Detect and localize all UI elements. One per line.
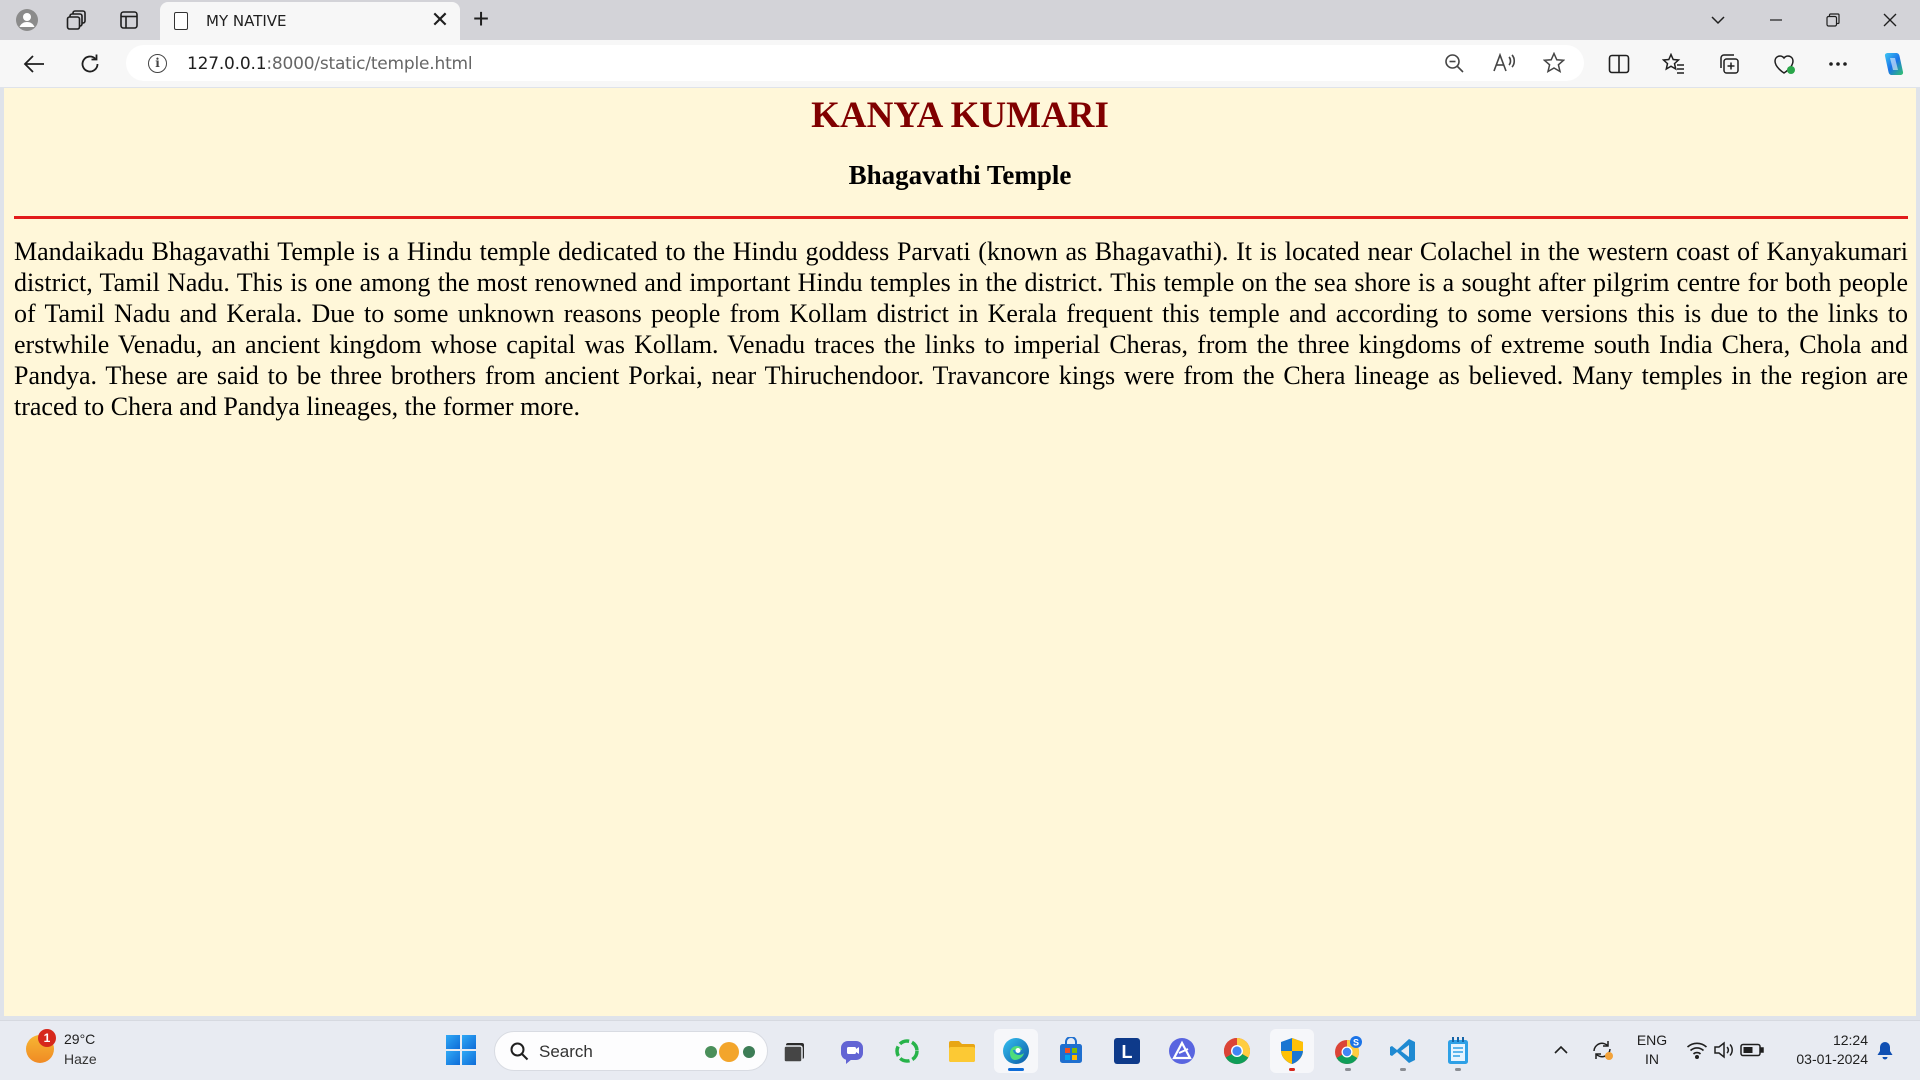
teams-chat-icon[interactable] [830,1029,874,1073]
read-aloud-icon[interactable] [1490,50,1518,76]
page-viewport: KANYA KUMARI Bhagavathi Temple Mandaikad… [4,88,1916,1016]
minimize-icon[interactable] [1748,0,1804,40]
chrome-browser-icon[interactable] [1215,1029,1259,1073]
weather-description: Haze [64,1051,97,1067]
page-icon [174,12,188,30]
tab-actions-icon[interactable] [114,6,144,34]
battery-icon[interactable] [1739,1037,1765,1063]
favorite-star-icon[interactable] [1540,50,1568,76]
search-highlight-icon [705,1042,755,1062]
more-options-icon[interactable] [1821,48,1855,80]
workspaces-icon[interactable] [62,6,92,34]
zoom-out-icon[interactable] [1440,50,1468,76]
page-subheading: Bhagavathi Temple [848,160,1072,190]
wifi-icon[interactable] [1684,1037,1710,1063]
start-windows-icon[interactable] [446,1035,476,1065]
browser-tab-bar: MY NATIVE ✕ + [0,0,1920,40]
refresh-icon[interactable] [73,48,107,80]
new-tab-button[interactable]: + [466,5,496,34]
tab-title: MY NATIVE [206,12,287,30]
windows-security-icon[interactable] [1270,1029,1314,1073]
address-bar[interactable]: i 127.0.0.1:8000/static/temple.html [126,45,1584,81]
notepad-icon[interactable] [1436,1029,1480,1073]
letter-l-app-icon[interactable]: L [1105,1029,1149,1073]
copilot-icon[interactable] [1876,48,1910,80]
temple-description: Mandaikadu Bhagavathi Temple is a Hindu … [14,237,1908,421]
close-window-icon[interactable] [1862,0,1918,40]
split-screen-icon[interactable] [1602,48,1636,80]
show-hidden-icons-chevron-up-icon[interactable] [1548,1037,1574,1063]
page-heading: KANYA KUMARI [811,95,1109,136]
input-region[interactable]: IN [1636,1051,1668,1067]
browser-toolbar: i 127.0.0.1:8000/static/temple.html [0,40,1920,87]
chrome-profile-icon[interactable]: S [1326,1029,1370,1073]
collections-icon[interactable] [1712,48,1746,80]
back-arrow-icon[interactable] [17,48,51,80]
windows-taskbar: 1 29°C Haze Search L S ENG IN 12:24 03-0… [0,1020,1920,1080]
url-text[interactable]: 127.0.0.1:8000/static/temple.html [187,54,473,74]
sync-status-icon[interactable] [1589,1037,1615,1063]
running-indicator [1345,1068,1351,1071]
input-language[interactable]: ENG [1636,1032,1668,1048]
notification-bell-icon[interactable] [1872,1037,1898,1063]
close-tab-icon[interactable]: ✕ [428,9,452,33]
alert-indicator [1289,1068,1295,1071]
microsoft-store-icon[interactable] [1049,1029,1093,1073]
profile-icon[interactable] [12,6,42,34]
active-app-indicator [1008,1068,1024,1071]
tab-list-chevron-icon[interactable] [1690,0,1746,40]
url-host: 127.0.0.1 [187,54,267,74]
running-indicator [1400,1068,1406,1071]
edge-browser-icon[interactable] [994,1029,1038,1073]
restore-icon[interactable] [1805,0,1861,40]
triangle-app-icon[interactable] [1160,1029,1204,1073]
weather-notification-badge: 1 [38,1029,56,1047]
browser-essentials-icon[interactable] [1767,48,1801,80]
volume-icon[interactable] [1711,1037,1737,1063]
letter-l-app-label: L [1122,1042,1133,1062]
clock-date[interactable]: 03-01-2024 [1780,1051,1868,1067]
chrome-profile-badge: S [1353,1038,1359,1048]
running-indicator [1455,1068,1461,1071]
browser-tab[interactable]: MY NATIVE ✕ [160,2,460,40]
search-label: Search [539,1042,593,1061]
file-explorer-icon[interactable] [940,1029,984,1073]
vscode-icon[interactable] [1381,1029,1425,1073]
task-view-icon[interactable] [773,1029,817,1073]
url-path: :8000/static/temple.html [266,54,473,74]
weather-temperature: 29°C [64,1031,96,1047]
search-icon [510,1042,529,1061]
favorites-icon[interactable] [1657,48,1691,80]
horizontal-rule [14,216,1908,219]
site-info-icon[interactable]: i [148,54,167,73]
sync-app-icon[interactable] [885,1029,929,1073]
taskbar-search[interactable]: Search [494,1031,768,1071]
clock-time[interactable]: 12:24 [1780,1032,1868,1048]
